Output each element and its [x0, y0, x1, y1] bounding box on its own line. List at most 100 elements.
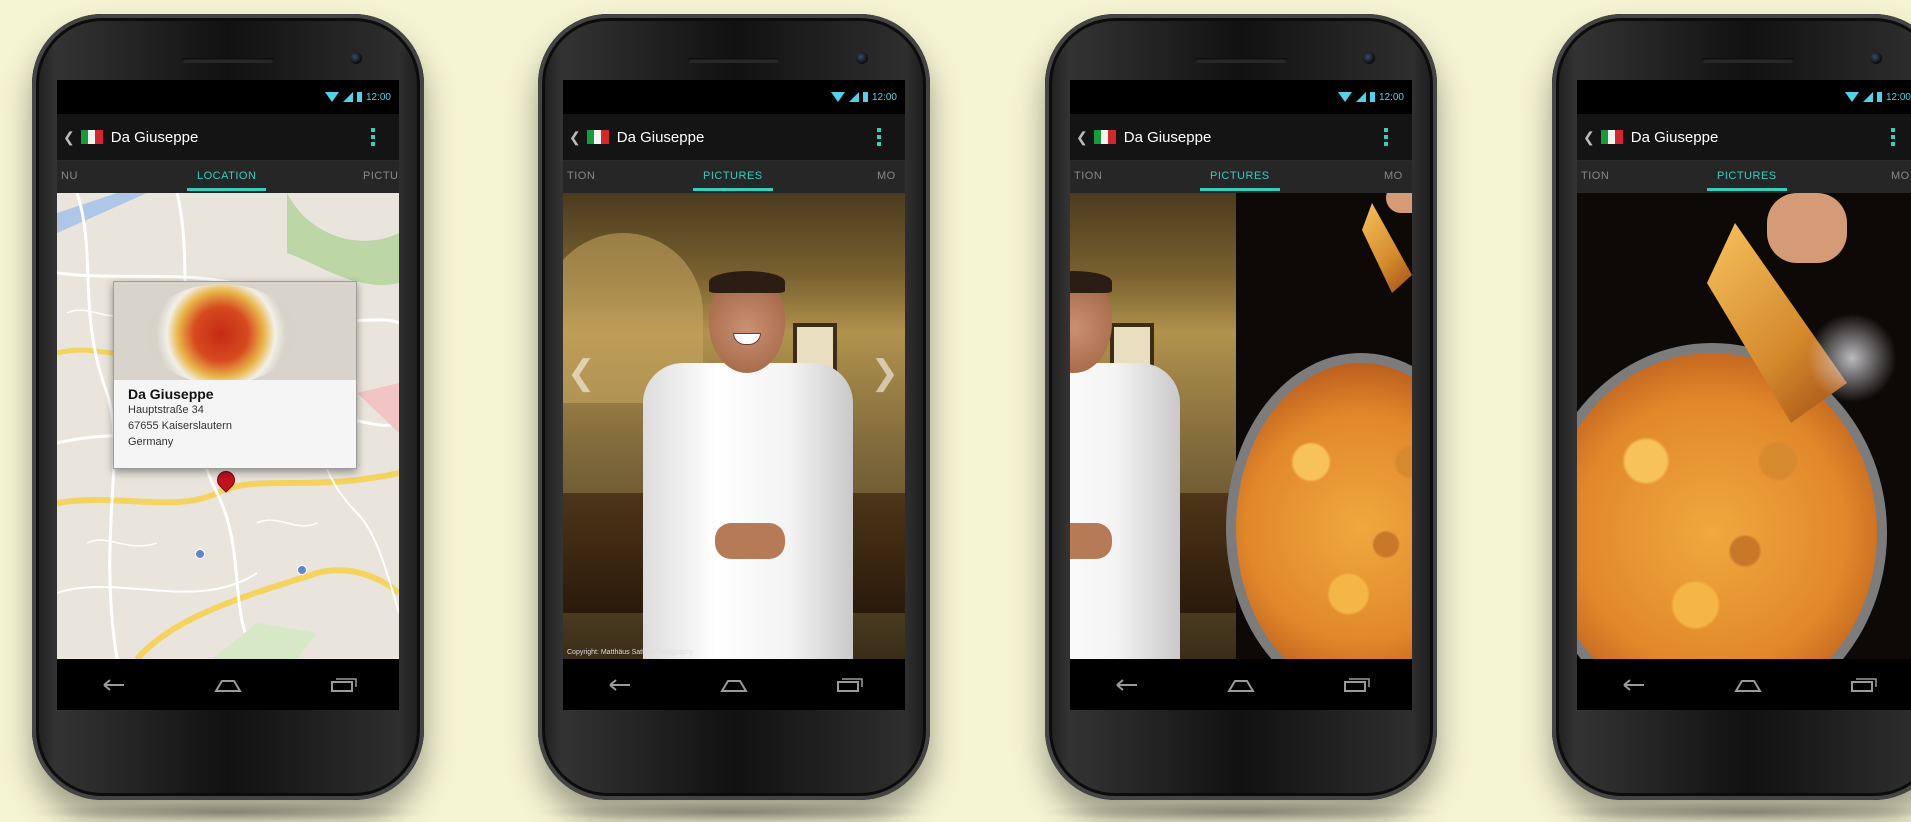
- phone-pictures-transition: 12:00 ❮ Da Giuseppe TION PICTURES MO: [1039, 14, 1443, 822]
- photo-viewer[interactable]: [1070, 193, 1412, 659]
- action-bar: ❮ Da Giuseppe: [1070, 114, 1412, 161]
- hand: [1386, 193, 1412, 213]
- restaurant-popup[interactable]: Da Giuseppe Hauptstraße 34 67655 Kaisers…: [113, 281, 357, 469]
- camera-icon: [856, 52, 868, 64]
- tab-location[interactable]: TION: [1074, 170, 1102, 182]
- status-bar: 12:00: [1577, 80, 1911, 114]
- overflow-menu-icon[interactable]: [1384, 128, 1388, 146]
- chef-figure: [1070, 271, 1180, 659]
- tab-more[interactable]: MO: [1384, 170, 1403, 182]
- screen: 12:00 ❮ Da Giuseppe TION PICTURES MO: [1070, 80, 1412, 710]
- tab-location[interactable]: TION: [1581, 170, 1609, 182]
- photo-viewer[interactable]: [1577, 193, 1911, 659]
- wifi-icon: [1337, 92, 1352, 102]
- home-icon[interactable]: [210, 675, 246, 695]
- tab-pictures[interactable]: PICTURES: [693, 170, 773, 191]
- status-bar: 12:00: [563, 80, 905, 114]
- chef-jacket: [1070, 363, 1180, 659]
- speaker-grille: [182, 58, 274, 63]
- tab-strip: TION PICTURES MO: [563, 161, 905, 193]
- tab-pictures[interactable]: PICTU: [363, 170, 399, 182]
- speaker-grille: [688, 58, 780, 63]
- signal-icon: [1355, 92, 1366, 102]
- tab-pictures[interactable]: PICTURES: [1200, 170, 1280, 191]
- pizza-photo: [1577, 193, 1911, 659]
- phone-location: 12:00 ❮ Da Giuseppe NU LOCATION PICTU Da…: [26, 14, 430, 822]
- status-bar: 12:00: [57, 80, 399, 114]
- popup-country: Germany: [128, 436, 174, 448]
- map-view[interactable]: Da Giuseppe Hauptstraße 34 67655 Kaisers…: [57, 193, 399, 659]
- chef-figure: [643, 271, 853, 659]
- page-title: Da Giuseppe: [1630, 128, 1719, 146]
- home-icon[interactable]: [1730, 675, 1766, 695]
- camera-icon: [1363, 52, 1375, 64]
- photo-viewer[interactable]: ❮ ❯ Copyright: Matthäus Sattler Photogra…: [563, 193, 905, 659]
- camera-icon: [350, 52, 362, 64]
- map-marker-dot: [297, 565, 307, 575]
- tab-menu[interactable]: NU: [61, 170, 78, 182]
- battery-icon: [1369, 92, 1375, 102]
- restaurant-interior-photo: ❮ ❯ Copyright: Matthäus Sattler Photogra…: [563, 193, 905, 659]
- back-icon[interactable]: [1616, 675, 1652, 695]
- up-caret-icon[interactable]: ❮: [569, 129, 581, 146]
- italy-flag-icon: [80, 130, 103, 144]
- back-icon[interactable]: [96, 675, 132, 695]
- photo-copyright: Copyright: Matthäus Sattler Photography: [567, 649, 694, 656]
- chef-hands: [715, 523, 785, 559]
- pizza-slice: [1362, 203, 1412, 293]
- speaker-grille: [1702, 58, 1794, 63]
- up-caret-icon[interactable]: ❮: [1583, 129, 1595, 146]
- clock: 12:00: [1378, 91, 1404, 103]
- italy-flag-icon: [1093, 130, 1116, 144]
- battery-icon: [1876, 92, 1882, 102]
- home-icon[interactable]: [716, 675, 752, 695]
- steam: [1807, 313, 1897, 403]
- recents-icon[interactable]: [830, 675, 866, 695]
- home-icon[interactable]: [1223, 675, 1259, 695]
- clock: 12:00: [365, 91, 391, 103]
- battery-icon: [862, 92, 868, 102]
- tab-location[interactable]: TION: [567, 170, 595, 182]
- up-caret-icon[interactable]: ❮: [63, 129, 75, 146]
- recents-icon[interactable]: [1844, 675, 1880, 695]
- nav-bar: [1577, 659, 1911, 710]
- map[interactable]: Da Giuseppe Hauptstraße 34 67655 Kaisers…: [57, 193, 399, 659]
- overflow-menu-icon[interactable]: [1891, 128, 1895, 146]
- speaker-grille: [1195, 58, 1287, 63]
- nav-bar: [563, 659, 905, 710]
- back-icon[interactable]: [602, 675, 638, 695]
- next-photo-icon[interactable]: ❯: [871, 353, 900, 393]
- tab-strip: NU LOCATION PICTU: [57, 161, 399, 193]
- overflow-menu-icon[interactable]: [371, 128, 375, 146]
- map-marker-dot: [195, 549, 205, 559]
- action-bar: ❮ Da Giuseppe: [563, 114, 905, 161]
- tab-more[interactable]: MO: [877, 170, 896, 182]
- popup-name: Da Giuseppe: [128, 386, 214, 402]
- previous-photo-icon[interactable]: ❮: [567, 353, 596, 393]
- popup-address: Da Giuseppe Hauptstraße 34 67655 Kaisers…: [114, 380, 356, 456]
- hand: [1767, 193, 1847, 263]
- status-bar: 12:00: [1070, 80, 1412, 114]
- tab-location[interactable]: LOCATION: [186, 170, 267, 191]
- tab-strip: TION PICTURES MO: [1070, 161, 1412, 193]
- back-icon[interactable]: [1109, 675, 1145, 695]
- up-caret-icon[interactable]: ❮: [1076, 129, 1088, 146]
- wifi-icon: [324, 92, 339, 102]
- battery-icon: [356, 92, 362, 102]
- page-title: Da Giuseppe: [110, 128, 199, 146]
- tab-more[interactable]: MO: [1891, 170, 1910, 182]
- page-title: Da Giuseppe: [616, 128, 705, 146]
- pizza-photo: [1226, 193, 1412, 659]
- screen: 12:00 ❮ Da Giuseppe TION PICTURES MO: [1577, 80, 1911, 710]
- tab-strip: TION PICTURES MO: [1577, 161, 1911, 193]
- nav-bar: [1070, 659, 1412, 710]
- tab-pictures[interactable]: PICTURES: [1707, 170, 1787, 191]
- phone-pictures-pizza: 12:00 ❮ Da Giuseppe TION PICTURES MO: [1546, 14, 1911, 822]
- overflow-menu-icon[interactable]: [877, 128, 881, 146]
- recents-icon[interactable]: [1337, 675, 1373, 695]
- action-bar: ❮ Da Giuseppe: [1577, 114, 1911, 161]
- recents-icon[interactable]: [324, 675, 360, 695]
- popup-city: 67655 Kaiserslautern: [128, 420, 232, 432]
- screen: 12:00 ❮ Da Giuseppe TION PICTURES MO: [563, 80, 905, 710]
- clock: 12:00: [871, 91, 897, 103]
